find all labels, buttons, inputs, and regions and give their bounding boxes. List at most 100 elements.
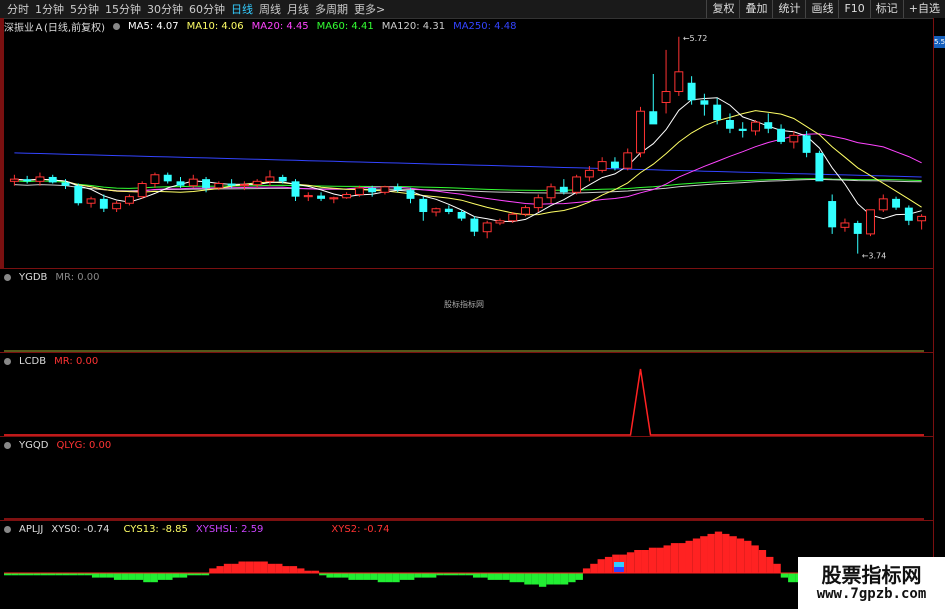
aplj-bar [275,563,283,573]
aplj-bar [553,573,561,585]
aplj-bar [524,573,532,585]
aplj-bar [494,573,503,580]
aplj-bar [157,573,166,580]
candle-body [74,185,83,204]
aplj-bar [531,573,539,585]
candle-body [214,183,224,189]
candle-body [687,82,696,101]
candle-body [713,104,722,120]
candle-body [202,179,211,188]
aplj-bar [289,566,298,573]
aplj-bar [700,536,708,573]
candle-body [546,186,556,199]
aplj-bar [692,538,701,573]
aplj-bar [788,573,796,583]
aplj-bar [150,573,158,583]
aplj-bar [106,573,114,578]
candle-body [674,71,684,93]
aplj-bar [399,573,408,580]
candle-body [406,190,415,199]
aplj-bar [282,566,290,573]
candle-body [495,220,505,224]
aplj-bar [238,561,246,573]
low-price-label: ←3.74 [862,252,887,261]
aplj-bar [751,545,759,573]
high-price-label: ←5.72 [683,34,708,43]
aplj-bar [626,552,635,573]
aplj-bar [590,563,598,573]
aplj-bar [663,545,671,573]
candle-body [584,169,594,178]
candle-body [393,186,402,191]
aplj-bar [604,556,613,573]
candle-body [150,174,160,185]
candle-body [508,213,518,222]
aplj-bar [641,550,649,573]
candle-body [431,208,441,213]
candle-body [278,176,287,182]
aplj-bar [121,573,129,580]
aplj-bar [223,563,232,573]
candle-body [917,215,927,222]
ma20-line [14,133,922,205]
aplj-bar [634,550,642,573]
aplj-bar [253,561,261,573]
watermark: 股票指标网 www.7gpzb.com [798,557,945,609]
candle-body [878,198,888,211]
candle-body [572,176,582,193]
candle-body [354,187,364,195]
candle-body [239,184,249,187]
candle-body [840,222,850,228]
candle-body [188,178,198,187]
aplj-bar [172,573,180,578]
aplj-bar [758,550,767,573]
aplj-bar [538,573,547,587]
aplj-bar [714,531,723,573]
candle-body [9,178,19,182]
aplj-bar [143,573,151,583]
ma10-line [14,110,922,216]
aplj-bar [363,573,371,580]
aplj-bar [341,573,349,578]
candle-body [61,182,70,186]
candle-body [291,181,300,197]
right-axis [933,18,945,609]
aplj-bar [744,540,752,573]
ma250-line [14,152,922,178]
kline-chart[interactable]: ←5.72 ←3.74 [0,0,934,609]
aplj-bar [707,533,715,573]
candle-body [419,198,428,212]
candle-body [124,196,134,204]
aplj-bar [582,568,591,573]
candle-body [661,91,671,103]
aplj-bar [656,547,664,573]
candle-body [738,128,747,131]
candle-body [789,134,799,143]
candle-body [482,222,492,233]
aplj-bar [216,566,224,573]
watermark-title: 股票指标网 [821,563,922,587]
candle-body [649,111,658,125]
candle-body [444,208,453,212]
candle-body [559,186,568,193]
aplj-bar [597,559,605,573]
aplj-bar [165,573,173,580]
candle-body [636,110,645,154]
candle-body [457,212,466,219]
aplj-bar [568,573,576,583]
candle-body [828,201,837,228]
aplj-bar [326,573,334,578]
aplj-bar [766,556,774,573]
aplj-bar [128,573,136,580]
candle-body [904,207,913,221]
aplj-bar [773,563,781,573]
price-badge: 5.5 [934,36,945,48]
candle-body [521,207,530,215]
candle-body [137,183,147,198]
aplj-bar [678,543,686,573]
candle-body [610,161,619,169]
lcdb-line [4,368,924,436]
aplj-bar [377,573,386,583]
candle-body [777,128,786,142]
aplj-bar [502,573,510,580]
